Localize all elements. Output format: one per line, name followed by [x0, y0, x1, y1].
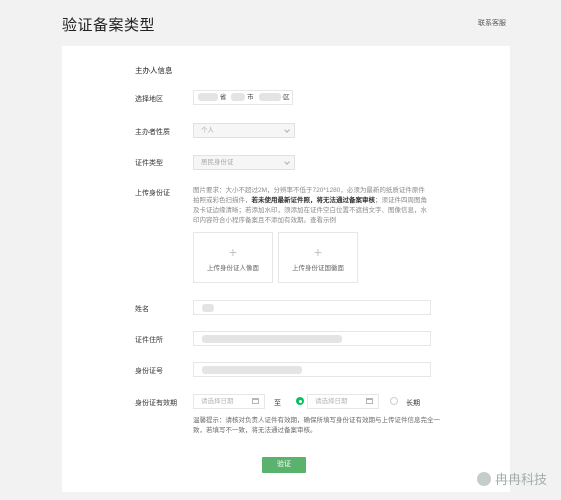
address-label: 证件住所 — [135, 337, 163, 344]
calendar-icon — [252, 398, 259, 404]
upload-front-label: 上传身份证人像面 — [207, 265, 259, 272]
contact-support-link[interactable]: 联系客服 — [478, 18, 506, 28]
province-value — [198, 93, 218, 102]
verify-button[interactable]: 验证 — [262, 457, 306, 473]
upload-tip-warning: 若未使用最新证件照，将无法通过备案审核 — [251, 197, 376, 204]
validity-label: 身份证有效期 — [135, 400, 177, 407]
region-select[interactable]: 省 市 区 — [193, 90, 293, 105]
calendar-icon — [366, 398, 373, 404]
id-type-value: 居民身份证 — [201, 159, 234, 166]
city-suffix: 市 — [246, 94, 254, 101]
id-type-label: 证件类型 — [135, 160, 163, 167]
upload-back-button[interactable]: + 上传身份证国徽面 — [278, 232, 358, 283]
sponsor-nature-select[interactable]: 个人 — [193, 123, 295, 138]
watermark-logo-icon — [476, 472, 491, 486]
province-suffix: 省 — [219, 94, 227, 101]
validity-radio-selected[interactable] — [296, 397, 304, 405]
watermark: 冉冉科技 — [476, 469, 547, 488]
sponsor-nature-label: 主办者性质 — [135, 129, 170, 136]
validity-separator: 至 — [274, 400, 281, 407]
long-term-label: 长期 — [406, 400, 420, 407]
chevron-down-icon — [284, 159, 290, 165]
validity-hint: 温馨提示：请核对负责人证件有效期，确保所填写身份证有效期与上传证件信息完全一致，… — [193, 417, 440, 434]
id-number-label: 身份证号 — [135, 368, 163, 375]
section-title: 主办人信息 — [135, 66, 173, 75]
upload-requirements: 图片要求：大小不超过2M，分辨率不低于720*1280，必须为最新的纸质证件原件… — [193, 186, 431, 226]
id-type-select[interactable]: 居民身份证 — [193, 155, 295, 170]
sponsor-nature-value: 个人 — [201, 127, 214, 134]
plus-icon: + — [228, 244, 238, 260]
validity-end-input[interactable]: 请选择日期 — [307, 394, 379, 409]
upload-back-label: 上传身份证国徽面 — [292, 265, 344, 272]
watermark-text: 冉冉科技 — [494, 472, 547, 487]
id-number-input[interactable] — [193, 362, 431, 377]
plus-icon: + — [313, 244, 323, 260]
chevron-down-icon — [284, 127, 290, 133]
upload-front-button[interactable]: + 上传身份证人像面 — [193, 232, 273, 283]
name-label: 姓名 — [135, 306, 149, 313]
region-label: 选择地区 — [135, 96, 163, 103]
city-value — [231, 93, 246, 102]
address-input[interactable] — [193, 331, 431, 346]
page-title: 验证备案类型 — [62, 17, 156, 34]
name-input[interactable] — [193, 300, 431, 315]
district-value — [259, 93, 282, 102]
long-term-radio[interactable] — [390, 397, 398, 405]
validity-start-input[interactable]: 请选择日期 — [193, 394, 265, 409]
upload-id-label: 上传身份证 — [135, 190, 170, 197]
